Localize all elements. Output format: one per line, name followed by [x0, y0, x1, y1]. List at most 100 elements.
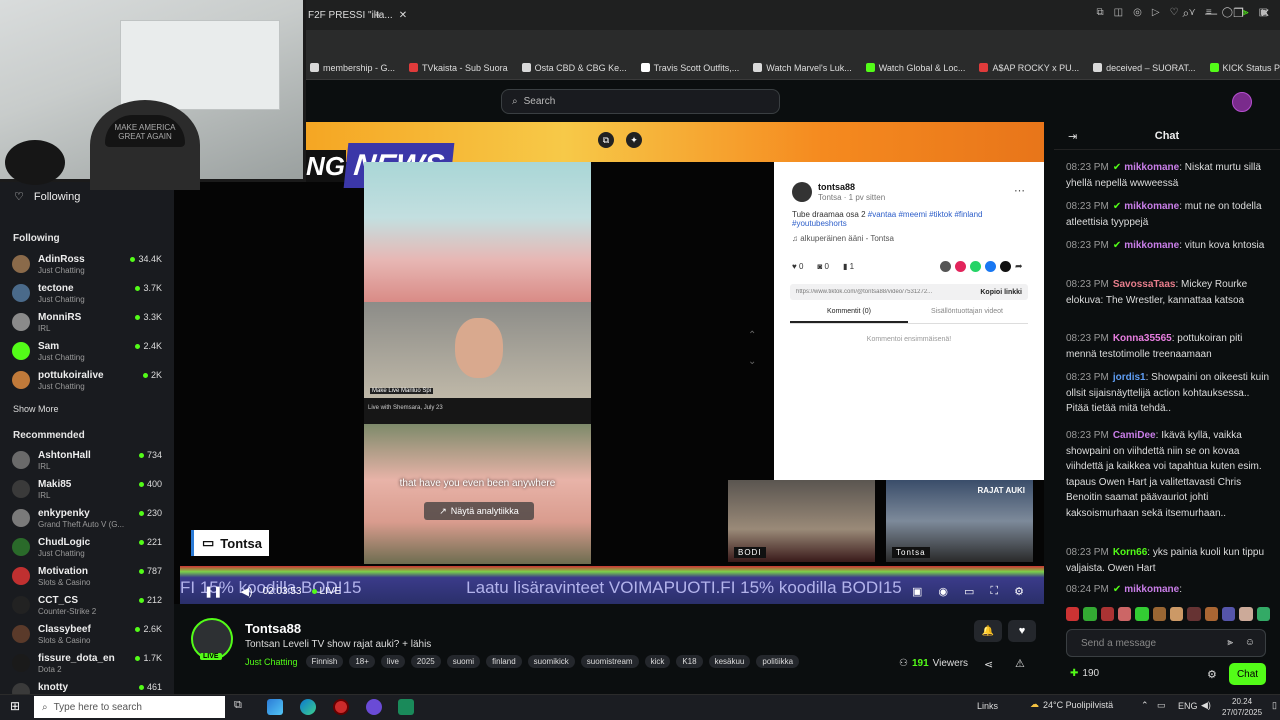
bookmark-item[interactable]: deceived – SUORAT...: [1093, 63, 1196, 73]
camera-icon[interactable]: ◉: [938, 585, 948, 598]
task-view-icon[interactable]: ⧉: [234, 699, 242, 712]
links-toolbar[interactable]: Links: [977, 701, 998, 711]
message-username[interactable]: SavossaTaas: [1113, 279, 1176, 290]
sidebar-channel-maki85[interactable]: Maki85 IRL 400: [12, 477, 162, 505]
stream-tag[interactable]: 2025: [410, 655, 441, 668]
taskbar-opera-icon[interactable]: [333, 699, 349, 715]
sidebar-channel-fissure_dota_en[interactable]: fissure_dota_en Dota 2 1.7K: [12, 651, 162, 679]
bookmark-item[interactable]: A$AP ROCKY x PU...: [979, 63, 1079, 73]
chat-send-button[interactable]: Chat: [1229, 663, 1266, 685]
stream-tag[interactable]: finland: [486, 655, 522, 668]
sidebar-icon[interactable]: ▣: [1259, 7, 1268, 18]
fullscreen-icon[interactable]: ⛶: [990, 585, 998, 598]
tab-creator-videos[interactable]: Sisällöntuottajan videot: [908, 308, 1026, 323]
theater-mode-icon[interactable]: ▭: [964, 585, 974, 598]
weather-widget[interactable]: ☁ 24°C Puolipilvistä: [1030, 699, 1113, 710]
taskbar-search[interactable]: ⌕ Type here to search: [34, 696, 225, 718]
message-username[interactable]: mikkomane: [1124, 162, 1179, 173]
stream-tag[interactable]: Finnish: [305, 655, 344, 668]
bookmark-item[interactable]: TVkaista - Sub Suora: [409, 63, 508, 73]
bookmark-item[interactable]: Watch Global & Loc...: [865, 63, 965, 73]
extension-icon[interactable]: ◎: [1133, 7, 1142, 18]
install-app-icon[interactable]: ⧉: [1097, 7, 1104, 18]
message-username[interactable]: Korn66: [1113, 547, 1147, 558]
emote-icon[interactable]: [1169, 607, 1184, 621]
collections-icon[interactable]: ⋎: [1189, 7, 1196, 18]
kick-extension-icon[interactable]: ⫸: [1243, 7, 1249, 18]
speaker-icon[interactable]: ◀): [1201, 700, 1211, 711]
stream-tag[interactable]: K18: [676, 655, 703, 668]
stream-tag[interactable]: kesäkuu: [708, 655, 751, 668]
message-username[interactable]: mikkomane: [1124, 201, 1179, 212]
analytics-button[interactable]: ↗ Näytä analytiikka: [424, 502, 534, 520]
notification-bell-icon[interactable]: 🔔: [974, 620, 1002, 642]
sidebar-channel-adinross[interactable]: AdinRoss Just Chatting 34.4K: [12, 252, 162, 280]
stream-tag[interactable]: kick: [644, 655, 671, 668]
pause-icon[interactable]: ❚❚: [204, 585, 222, 598]
emote-icon[interactable]: [1221, 607, 1236, 621]
screenshot-icon[interactable]: ◫: [1114, 7, 1123, 18]
facebook-icon[interactable]: [985, 261, 996, 272]
bookmark-item[interactable]: Osta CBD & CBG Ke...: [521, 63, 627, 73]
x-icon[interactable]: [1000, 261, 1011, 272]
bookmark-icon[interactable]: ▮ 1: [843, 262, 854, 271]
copy-icon[interactable]: ⧉: [598, 132, 614, 148]
emote-icon[interactable]: [1204, 607, 1218, 621]
bookmark-item[interactable]: Watch Marvel's Luk...: [753, 63, 852, 73]
sidebar-channel-monnirs[interactable]: MonniRS IRL 3.3K: [12, 310, 162, 338]
profile-icon[interactable]: ◯: [1222, 7, 1233, 18]
scroll-up-icon[interactable]: ⌃: [748, 330, 756, 341]
emote-icon[interactable]: [1135, 607, 1149, 621]
tiktok-username[interactable]: tontsa88: [818, 182, 855, 192]
tab-comments[interactable]: Kommentit (0): [790, 308, 908, 323]
emote-icon[interactable]: [1239, 607, 1253, 621]
more-options-icon[interactable]: ⋯: [1014, 184, 1025, 197]
message-username[interactable]: Konna35565: [1113, 333, 1172, 344]
clock[interactable]: 20.24 27/07/2025: [1222, 696, 1262, 718]
notifications-icon[interactable]: ▯: [1272, 700, 1277, 711]
stream-tag[interactable]: live: [380, 655, 405, 668]
emote-icon[interactable]: [1117, 607, 1132, 621]
message-username[interactable]: CamiDee: [1113, 430, 1156, 441]
share-red-icon[interactable]: [955, 261, 966, 272]
tiktok-sound[interactable]: ♫ alkuperäinen ääni - Tontsa: [792, 234, 894, 243]
emote-icon[interactable]: [1187, 607, 1201, 621]
browser-tab[interactable]: F2F PRESSI "ilta... ✕: [300, 4, 415, 26]
windows-start-icon[interactable]: ⊞: [10, 699, 20, 713]
sidebar-channel-cct_cs[interactable]: CCT_CS Counter-Strike 2 212: [12, 593, 162, 621]
menu-icon[interactable]: ≡: [1206, 7, 1212, 18]
stream-tag[interactable]: suomistream: [580, 655, 639, 668]
like-icon[interactable]: ♥ 0: [792, 262, 803, 271]
comment-icon[interactable]: ◙ 0: [817, 262, 829, 271]
emote-icon[interactable]: [1152, 607, 1166, 621]
show-more-link[interactable]: Show More: [13, 404, 59, 414]
category-link[interactable]: Just Chatting: [245, 657, 298, 667]
bookmark-item[interactable]: KICK Status Page: [1209, 63, 1280, 73]
taskbar-edge-icon[interactable]: [300, 699, 316, 715]
language-indicator[interactable]: ENG: [1178, 701, 1198, 711]
report-icon[interactable]: ⚠: [1015, 657, 1025, 670]
close-tab-icon[interactable]: ✕: [399, 10, 407, 21]
volume-icon[interactable]: ◀): [240, 585, 252, 598]
channel-points[interactable]: ✚ 190: [1070, 668, 1099, 679]
emoji-icon[interactable]: ☺: [1245, 637, 1255, 648]
sidebar-channel-pottukoiralive[interactable]: pottukoiralive Just Chatting 2K: [12, 368, 162, 396]
user-avatar[interactable]: [1232, 92, 1252, 112]
sparkle-icon[interactable]: ✦: [626, 132, 642, 148]
sidebar-channel-sam[interactable]: Sam Just Chatting 2.4K: [12, 339, 162, 367]
new-tab-button[interactable]: +: [374, 7, 382, 22]
live-indicator[interactable]: LIVE: [311, 586, 341, 597]
channel-name[interactable]: Tontsa88: [245, 621, 301, 636]
message-username[interactable]: jordis1: [1113, 372, 1146, 383]
message-username[interactable]: mikkomane: [1124, 584, 1179, 595]
tiktok-avatar[interactable]: [792, 182, 812, 202]
emote-icon[interactable]: [1083, 607, 1097, 621]
sidebar-channel-motivation[interactable]: Motivation Slots & Casino 787: [12, 564, 162, 592]
stream-tag[interactable]: 18+: [349, 655, 375, 668]
chat-input[interactable]: Send a message ⫸ ☺: [1066, 629, 1266, 657]
sidebar-channel-classybeef[interactable]: Classybeef Slots & Casino 2.6K: [12, 622, 162, 650]
scroll-down-icon[interactable]: ⌄: [748, 356, 756, 367]
sidebar-following-header[interactable]: ♡ Following: [14, 190, 80, 204]
settings-icon[interactable]: ⚙: [1014, 585, 1024, 598]
whatsapp-icon[interactable]: [970, 261, 981, 272]
